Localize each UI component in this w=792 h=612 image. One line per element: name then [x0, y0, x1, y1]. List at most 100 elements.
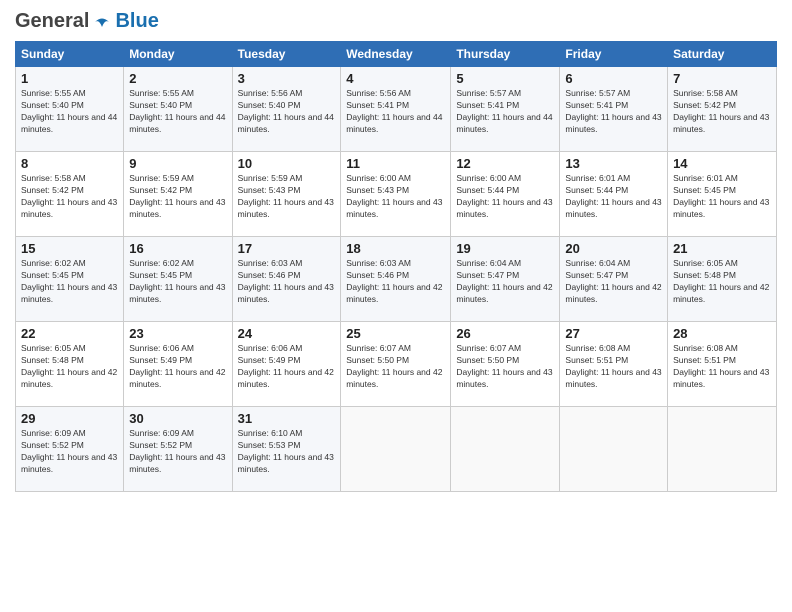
calendar-cell: 18 Sunrise: 6:03 AMSunset: 5:46 PMDayligh…	[341, 237, 451, 322]
day-number: 29	[21, 411, 118, 426]
calendar-header-monday: Monday	[124, 42, 232, 67]
calendar-header-row: SundayMondayTuesdayWednesdayThursdayFrid…	[16, 42, 777, 67]
day-info: Sunrise: 5:58 AMSunset: 5:42 PMDaylight:…	[673, 88, 771, 136]
day-number: 23	[129, 326, 226, 341]
day-info: Sunrise: 5:56 AMSunset: 5:41 PMDaylight:…	[346, 88, 445, 136]
day-info: Sunrise: 5:55 AMSunset: 5:40 PMDaylight:…	[21, 88, 118, 136]
day-info: Sunrise: 6:00 AMSunset: 5:43 PMDaylight:…	[346, 173, 445, 221]
day-info: Sunrise: 6:03 AMSunset: 5:46 PMDaylight:…	[238, 258, 336, 306]
calendar-cell	[668, 407, 777, 492]
day-number: 19	[456, 241, 554, 256]
calendar-week-row: 29 Sunrise: 6:09 AMSunset: 5:52 PMDayligh…	[16, 407, 777, 492]
calendar-cell: 15 Sunrise: 6:02 AMSunset: 5:45 PMDayligh…	[16, 237, 124, 322]
generalblue-logo-icon	[91, 11, 113, 33]
day-number: 24	[238, 326, 336, 341]
day-number: 14	[673, 156, 771, 171]
calendar-cell: 9Sunrise: 5:59 AMSunset: 5:42 PMDaylight…	[124, 152, 232, 237]
calendar-week-row: 8 Sunrise: 5:58 AMSunset: 5:42 PMDaylight…	[16, 152, 777, 237]
calendar-cell	[451, 407, 560, 492]
day-number: 18	[346, 241, 445, 256]
day-number: 15	[21, 241, 118, 256]
logo-general-text: General	[15, 10, 89, 33]
day-info: Sunrise: 6:06 AMSunset: 5:49 PMDaylight:…	[129, 343, 226, 391]
calendar-cell: 7 Sunrise: 5:58 AMSunset: 5:42 PMDaylight…	[668, 67, 777, 152]
calendar-week-row: 22Sunrise: 6:05 AMSunset: 5:48 PMDayligh…	[16, 322, 777, 407]
calendar-cell: 24 Sunrise: 6:06 AMSunset: 5:49 PMDayligh…	[232, 322, 341, 407]
calendar-cell: 28Sunrise: 6:08 AMSunset: 5:51 PMDayligh…	[668, 322, 777, 407]
day-number: 25	[346, 326, 445, 341]
calendar-cell: 1 Sunrise: 5:55 AMSunset: 5:40 PMDaylight…	[16, 67, 124, 152]
day-number: 6	[565, 71, 662, 86]
day-number: 1	[21, 71, 118, 86]
calendar-cell: 31Sunrise: 6:10 AMSunset: 5:53 PMDayligh…	[232, 407, 341, 492]
day-info: Sunrise: 6:04 AMSunset: 5:47 PMDaylight:…	[565, 258, 662, 306]
day-number: 27	[565, 326, 662, 341]
calendar-cell: 8 Sunrise: 5:58 AMSunset: 5:42 PMDaylight…	[16, 152, 124, 237]
calendar-cell: 27 Sunrise: 6:08 AMSunset: 5:51 PMDayligh…	[560, 322, 668, 407]
day-number: 13	[565, 156, 662, 171]
calendar-cell: 20Sunrise: 6:04 AMSunset: 5:47 PMDayligh…	[560, 237, 668, 322]
day-info: Sunrise: 6:10 AMSunset: 5:53 PMDaylight:…	[238, 428, 336, 476]
calendar-week-row: 1 Sunrise: 5:55 AMSunset: 5:40 PMDaylight…	[16, 67, 777, 152]
calendar-cell: 14 Sunrise: 6:01 AMSunset: 5:45 PMDayligh…	[668, 152, 777, 237]
day-info: Sunrise: 6:02 AMSunset: 5:45 PMDaylight:…	[129, 258, 226, 306]
day-info: Sunrise: 6:05 AMSunset: 5:48 PMDaylight:…	[21, 343, 118, 391]
day-info: Sunrise: 6:08 AMSunset: 5:51 PMDaylight:…	[673, 343, 771, 391]
day-info: Sunrise: 6:03 AMSunset: 5:46 PMDaylight:…	[346, 258, 445, 306]
calendar-cell: 25 Sunrise: 6:07 AMSunset: 5:50 PMDayligh…	[341, 322, 451, 407]
day-number: 17	[238, 241, 336, 256]
day-number: 3	[238, 71, 336, 86]
calendar-cell: 12Sunrise: 6:00 AMSunset: 5:44 PMDayligh…	[451, 152, 560, 237]
day-info: Sunrise: 6:01 AMSunset: 5:44 PMDaylight:…	[565, 173, 662, 221]
logo-blue-text: Blue	[115, 10, 158, 33]
day-number: 16	[129, 241, 226, 256]
calendar-header-thursday: Thursday	[451, 42, 560, 67]
logo: General Blue	[15, 10, 159, 33]
page: General Blue SundayMondayTuesdayWednesday…	[0, 0, 792, 612]
day-info: Sunrise: 6:07 AMSunset: 5:50 PMDaylight:…	[456, 343, 554, 391]
day-info: Sunrise: 5:55 AMSunset: 5:40 PMDaylight:…	[129, 88, 226, 136]
day-info: Sunrise: 6:07 AMSunset: 5:50 PMDaylight:…	[346, 343, 445, 391]
header: General Blue	[15, 10, 777, 33]
day-info: Sunrise: 6:00 AMSunset: 5:44 PMDaylight:…	[456, 173, 554, 221]
day-number: 5	[456, 71, 554, 86]
day-info: Sunrise: 5:59 AMSunset: 5:43 PMDaylight:…	[238, 173, 336, 221]
calendar-header-tuesday: Tuesday	[232, 42, 341, 67]
day-number: 2	[129, 71, 226, 86]
day-info: Sunrise: 6:02 AMSunset: 5:45 PMDaylight:…	[21, 258, 118, 306]
day-info: Sunrise: 6:04 AMSunset: 5:47 PMDaylight:…	[456, 258, 554, 306]
calendar-cell	[560, 407, 668, 492]
day-info: Sunrise: 6:09 AMSunset: 5:52 PMDaylight:…	[129, 428, 226, 476]
day-info: Sunrise: 5:57 AMSunset: 5:41 PMDaylight:…	[456, 88, 554, 136]
day-info: Sunrise: 6:01 AMSunset: 5:45 PMDaylight:…	[673, 173, 771, 221]
calendar: SundayMondayTuesdayWednesdayThursdayFrid…	[15, 41, 777, 492]
calendar-cell: 19 Sunrise: 6:04 AMSunset: 5:47 PMDayligh…	[451, 237, 560, 322]
calendar-header-sunday: Sunday	[16, 42, 124, 67]
day-info: Sunrise: 5:58 AMSunset: 5:42 PMDaylight:…	[21, 173, 118, 221]
calendar-cell: 30Sunrise: 6:09 AMSunset: 5:52 PMDayligh…	[124, 407, 232, 492]
day-info: Sunrise: 5:57 AMSunset: 5:41 PMDaylight:…	[565, 88, 662, 136]
day-info: Sunrise: 5:56 AMSunset: 5:40 PMDaylight:…	[238, 88, 336, 136]
calendar-cell: 13 Sunrise: 6:01 AMSunset: 5:44 PMDayligh…	[560, 152, 668, 237]
calendar-header-wednesday: Wednesday	[341, 42, 451, 67]
day-number: 10	[238, 156, 336, 171]
logo-text: General Blue	[15, 10, 159, 33]
day-info: Sunrise: 6:08 AMSunset: 5:51 PMDaylight:…	[565, 343, 662, 391]
calendar-cell: 22Sunrise: 6:05 AMSunset: 5:48 PMDayligh…	[16, 322, 124, 407]
calendar-header-friday: Friday	[560, 42, 668, 67]
day-number: 4	[346, 71, 445, 86]
day-number: 26	[456, 326, 554, 341]
day-info: Sunrise: 6:09 AMSunset: 5:52 PMDaylight:…	[21, 428, 118, 476]
day-number: 8	[21, 156, 118, 171]
calendar-cell: 11Sunrise: 6:00 AMSunset: 5:43 PMDayligh…	[341, 152, 451, 237]
day-info: Sunrise: 5:59 AMSunset: 5:42 PMDaylight:…	[129, 173, 226, 221]
calendar-cell: 4 Sunrise: 5:56 AMSunset: 5:41 PMDaylight…	[341, 67, 451, 152]
day-info: Sunrise: 6:06 AMSunset: 5:49 PMDaylight:…	[238, 343, 336, 391]
calendar-cell: 5 Sunrise: 5:57 AMSunset: 5:41 PMDaylight…	[451, 67, 560, 152]
calendar-cell: 21 Sunrise: 6:05 AMSunset: 5:48 PMDayligh…	[668, 237, 777, 322]
day-info: Sunrise: 6:05 AMSunset: 5:48 PMDaylight:…	[673, 258, 771, 306]
calendar-cell: 16 Sunrise: 6:02 AMSunset: 5:45 PMDayligh…	[124, 237, 232, 322]
day-number: 7	[673, 71, 771, 86]
day-number: 21	[673, 241, 771, 256]
calendar-cell: 10 Sunrise: 5:59 AMSunset: 5:43 PMDayligh…	[232, 152, 341, 237]
